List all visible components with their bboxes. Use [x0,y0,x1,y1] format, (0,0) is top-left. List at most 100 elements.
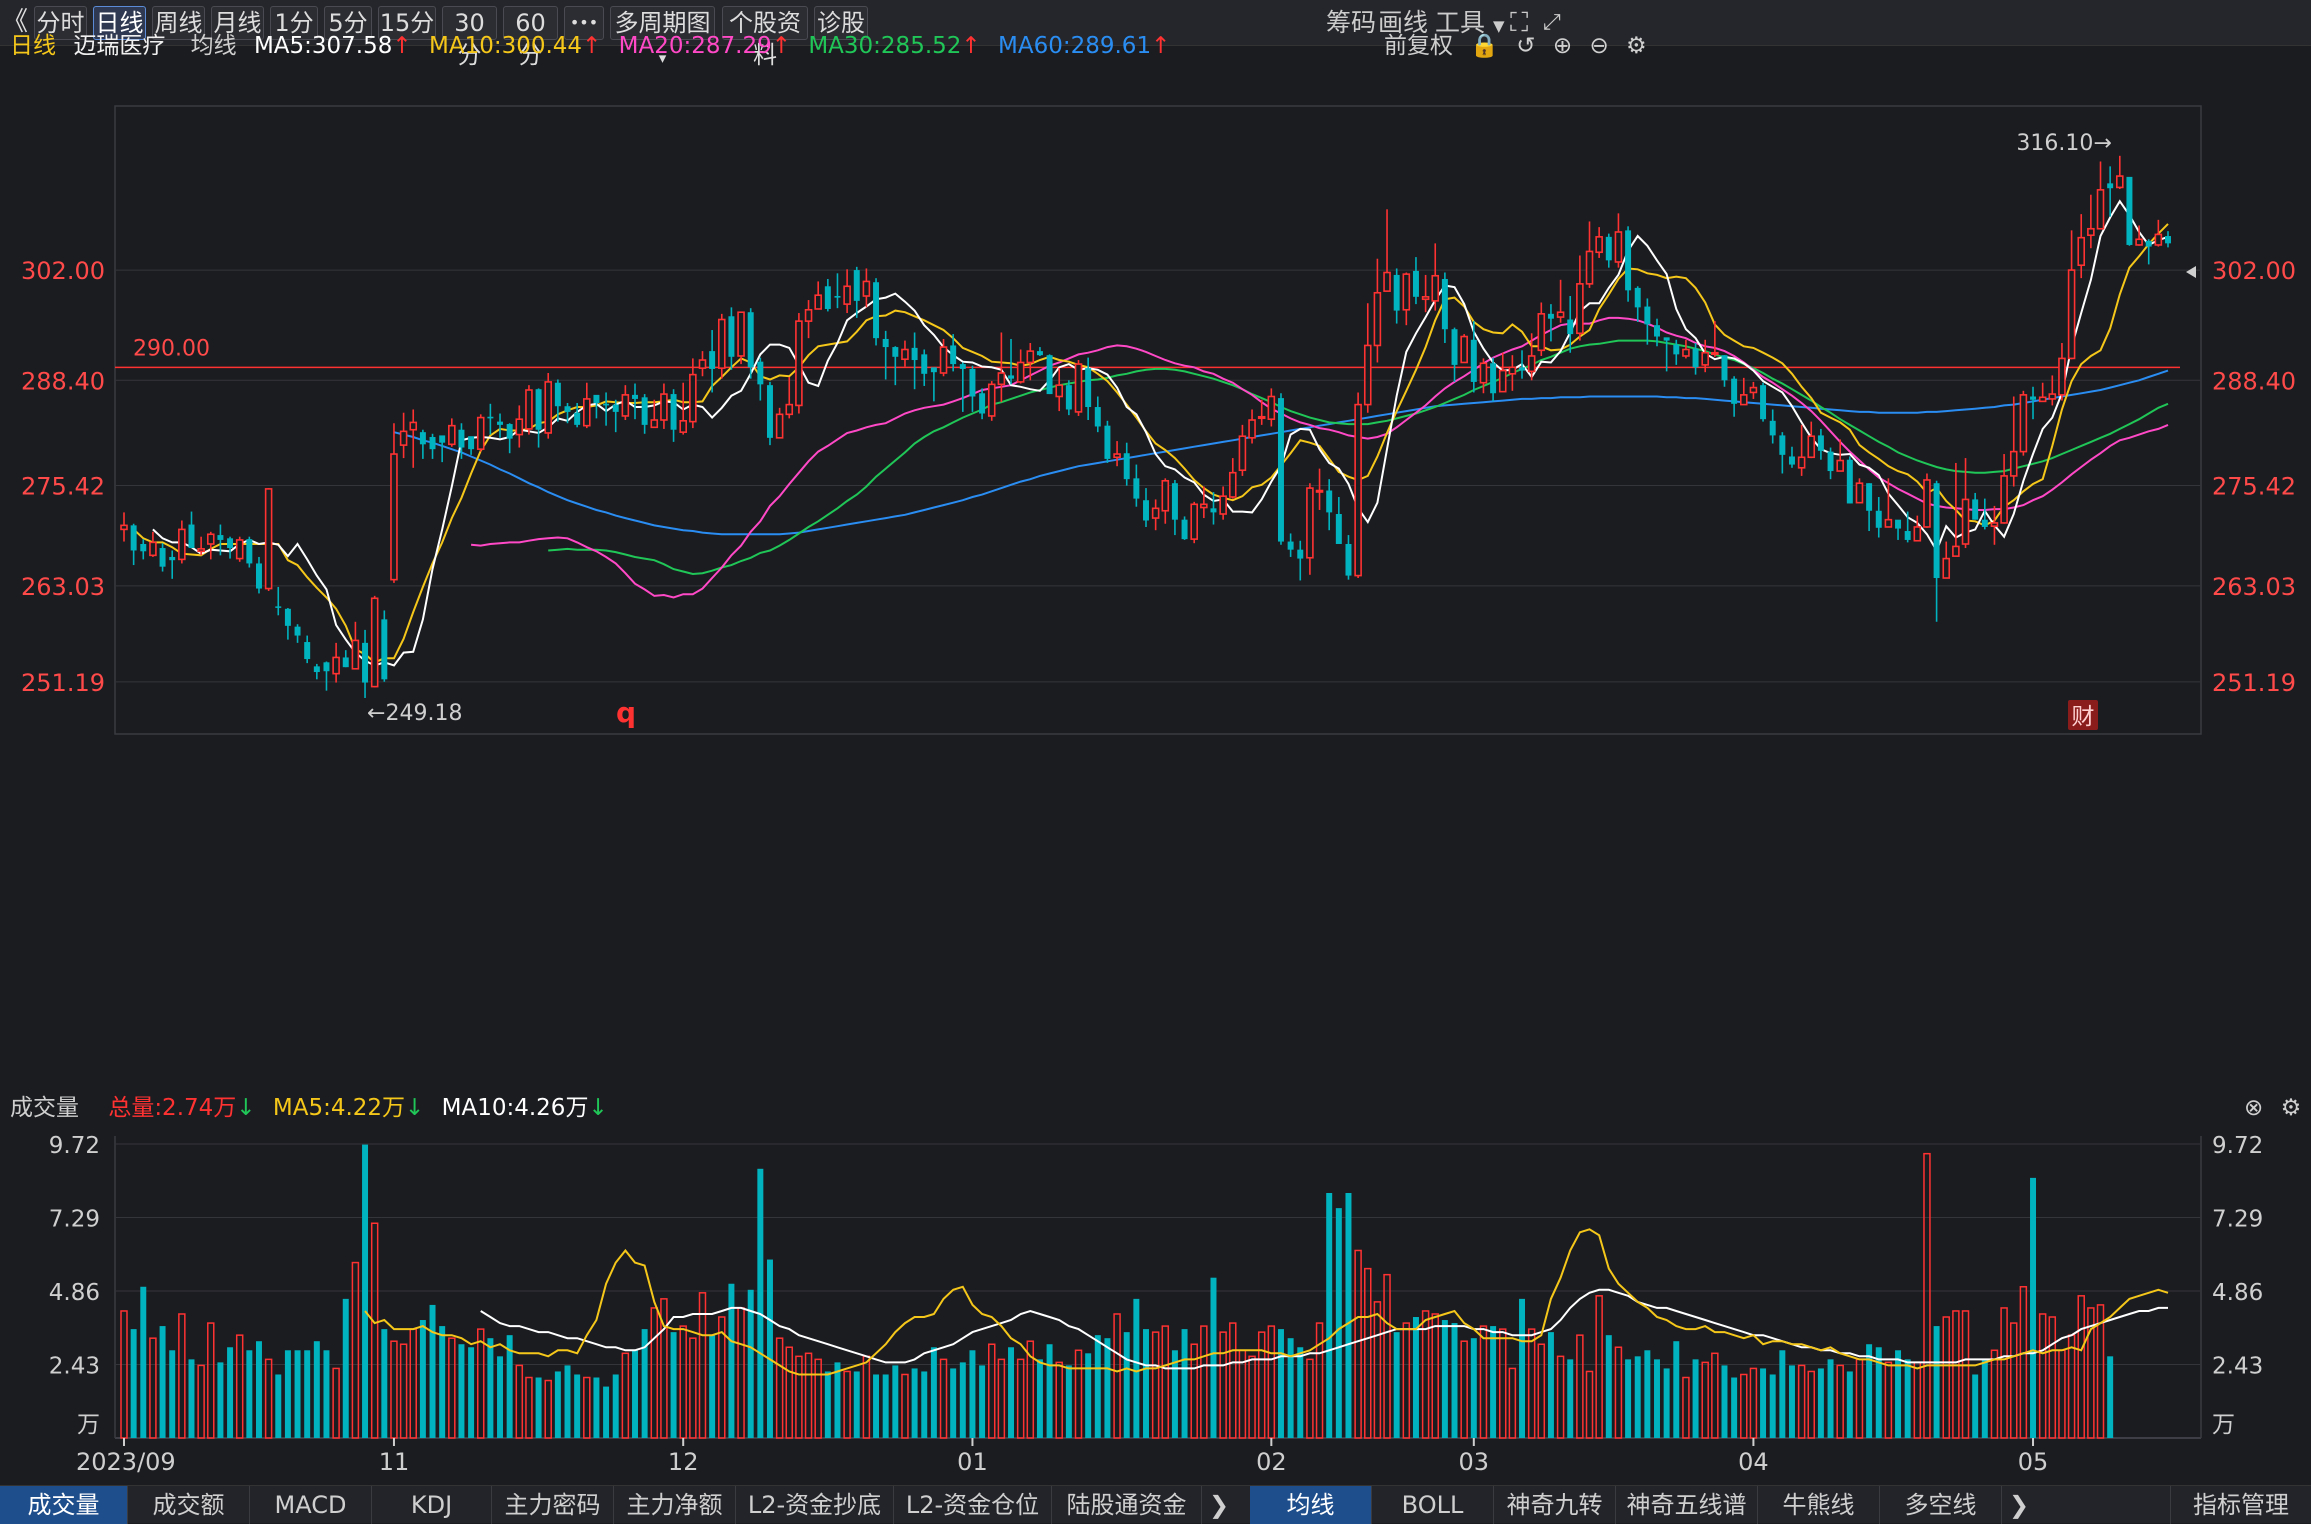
tab-main-force-net[interactable]: 主力净额 [614,1486,736,1524]
candle [1151,499,1160,531]
zoom-out-icon[interactable]: ⊖ [1589,33,1608,59]
volume-bar [987,1343,996,1439]
candle [1556,279,1565,323]
candle [1739,377,1748,406]
candle [1046,354,1053,395]
chips-button[interactable]: 筹码 [1326,6,1376,40]
candle [2067,230,2076,360]
volume-bar [1537,1343,1546,1439]
candle [120,512,128,542]
tab-ma[interactable]: 均线 [1250,1486,1372,1524]
volume-bar [399,1343,408,1439]
volume-bar [2000,1307,2008,1439]
x-tick-label: 05 [2018,1448,2049,1476]
candle [1749,381,1758,399]
volume-y-tick-right: 7.29 [2212,1207,2263,1233]
volume-bar [2019,1286,2028,1439]
indicator-manage-button[interactable]: 指标管理 [2170,1486,2311,1524]
tab-main-force-code[interactable]: 主力密码 [492,1486,614,1524]
x-tick-label: 03 [1459,1448,1490,1476]
volume-bar [409,1328,417,1439]
line-ma20 [471,316,2169,599]
volume-bar [728,1283,735,1438]
tab-magic-five[interactable]: 神奇五线谱 [1616,1486,1758,1524]
zoom-in-icon[interactable]: ⊕ [1553,33,1572,59]
tab-bull-bear[interactable]: 牛熊线 [1758,1486,1880,1524]
q-event-marker[interactable]: q [616,696,636,729]
candle [660,383,668,429]
volume-settings-gear-icon[interactable]: ⚙ [2281,1095,2302,1121]
volume-bar [525,1376,533,1439]
candle [159,543,166,572]
candle [169,550,176,579]
tab-volume[interactable]: 成交量 [0,1486,128,1524]
tab-northbound[interactable]: 陆股通资金 [1052,1486,1202,1524]
candle [1143,488,1149,527]
adjust-mode-button[interactable]: 前复权 [1384,33,1453,59]
y-tick-label-left: 302.00 [21,257,105,285]
tab-turnover[interactable]: 成交额 [128,1486,250,1524]
tab-boll[interactable]: BOLL [1372,1486,1494,1524]
volume-ma5: MA5:4.22万 [272,1095,406,1121]
candle [2165,231,2171,248]
main-legend: 日线 迈瑞医疗 均线 MA5:307.58↑ MA10:300.44↑ MA20… [10,26,1180,66]
volume-bar [1740,1373,1748,1439]
volume-bar [1479,1325,1488,1439]
candle [1470,321,1477,393]
tabs-scroll-right-icon[interactable]: ❯ [1202,1486,1236,1524]
settings-gear-icon[interactable]: ⚙ [1626,33,1647,59]
volume-bar [1952,1310,1960,1439]
volume-bar [264,1358,273,1439]
candle [275,586,282,616]
volume-bar [1547,1332,1554,1438]
lock-icon[interactable]: 🔒 [1470,33,1499,59]
volume-y-tick-left: 7.29 [49,1207,100,1233]
volume-bar [873,1374,880,1438]
volume-bar [304,1350,311,1438]
volume-bar [1605,1335,1612,1438]
undo-icon[interactable]: ↺ [1516,33,1535,59]
candle [814,281,822,310]
close-panel-icon[interactable]: ⊗ [2244,1095,2263,1121]
candle [1537,302,1546,356]
volume-legend: 成交量 总量:2.74万↓ MA5:4.22万↓ MA10:4.26万↓ [10,1088,618,1128]
tab-l2-position[interactable]: L2-资金仓位 [894,1486,1052,1524]
candlestick-chart[interactable]: 302.00 302.00 288.40 288.40 275.42 275.42 263.… [0,66,2311,746]
volume-bar [814,1358,822,1439]
volume-bar [332,1367,340,1439]
candle [1508,355,1517,391]
candle [1895,519,1902,540]
volume-chart[interactable]: 9.72 9.72 7.29 7.29 4.86 4.86 2.43 2.43 万 万 2023/… [0,1128,2311,1483]
volume-ma10: MA10:4.26万 [441,1095,589,1121]
candle [1547,304,1554,342]
candle [1431,243,1440,311]
candle [2019,390,2028,456]
tab-magic-nine[interactable]: 神奇九转 [1494,1486,1616,1524]
volume-bar [1470,1338,1477,1438]
indicator-tab-bar: 成交量 成交额 MACD KDJ 主力密码 主力净额 L2-资金抄底 L2-资金… [0,1485,2311,1524]
candle [892,346,899,386]
legend-stock-name[interactable]: 迈瑞医疗 [73,33,165,59]
candle [804,300,813,339]
candle [2107,166,2114,217]
tab-macd[interactable]: MACD [250,1486,372,1524]
candle [506,423,513,454]
candle [1625,226,1632,302]
candle [149,531,157,557]
tab-kdj[interactable]: KDJ [372,1486,492,1524]
volume-bar [497,1356,504,1438]
tabs-scroll-right-icon[interactable]: ❯ [2002,1486,2036,1524]
volume-bar [939,1358,948,1439]
candle [399,412,408,459]
legend-ma30: MA30:285.52 [808,33,962,59]
main-moving-averages [132,199,2169,667]
low-marker-label: ←249.18 [367,701,462,726]
volume-bar [1682,1376,1690,1439]
tab-long-short[interactable]: 多空线 [1880,1486,2002,1524]
legend-ma5: MA5:307.58 [253,33,393,59]
volume-bar [235,1334,244,1439]
tab-l2-bottom-fishing[interactable]: L2-资金抄底 [736,1486,894,1524]
candle [1451,327,1458,382]
candle [862,268,871,308]
candle [332,642,340,683]
